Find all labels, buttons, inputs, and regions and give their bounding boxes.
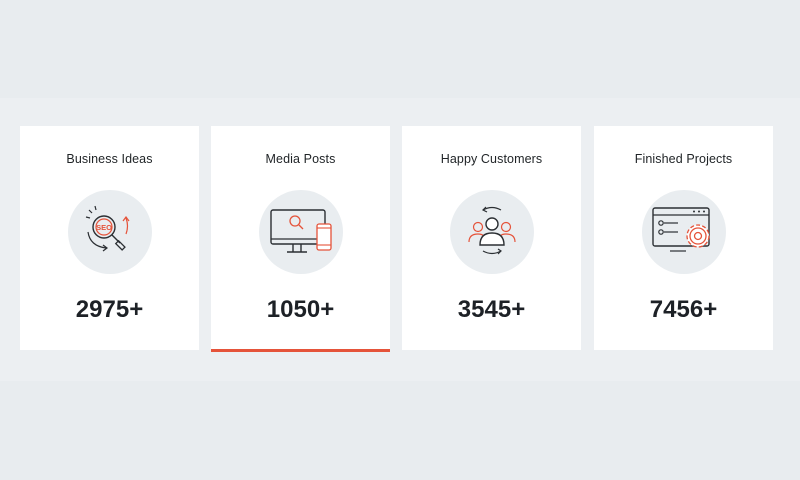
stat-value: 3545+ [457,296,526,323]
stat-icon-badge [641,190,726,274]
stat-icon-badge [449,190,534,274]
stat-title: Business Ideas [66,152,153,166]
customers-cycle-icon [467,206,516,255]
browser-gear-icon [651,207,710,252]
stat-value: 2975+ [75,296,144,323]
stat-value: 1050+ [266,296,335,323]
monitor-phone-search-icon [269,209,332,253]
stat-icon-badge [258,190,343,274]
stat-value: 7456+ [649,296,718,323]
seo-label: SEO [96,223,112,232]
stat-title: Media Posts [265,152,336,166]
stat-title: Finished Projects [634,152,733,166]
stat-icon-badge: SEO [67,190,152,274]
stat-card-happy-customers[interactable]: Happy Customers 3545+ [402,126,581,350]
stat-card-business-ideas[interactable]: Business Ideas SEO 2975+ [20,126,199,350]
stat-title: Happy Customers [440,152,543,166]
stat-card-finished-projects[interactable]: Finished Projects 7456+ [594,126,773,350]
active-indicator [211,349,390,352]
seo-magnifier-icon: SEO [85,205,129,252]
stat-card-media-posts[interactable]: Media Posts 1050+ [211,126,390,352]
